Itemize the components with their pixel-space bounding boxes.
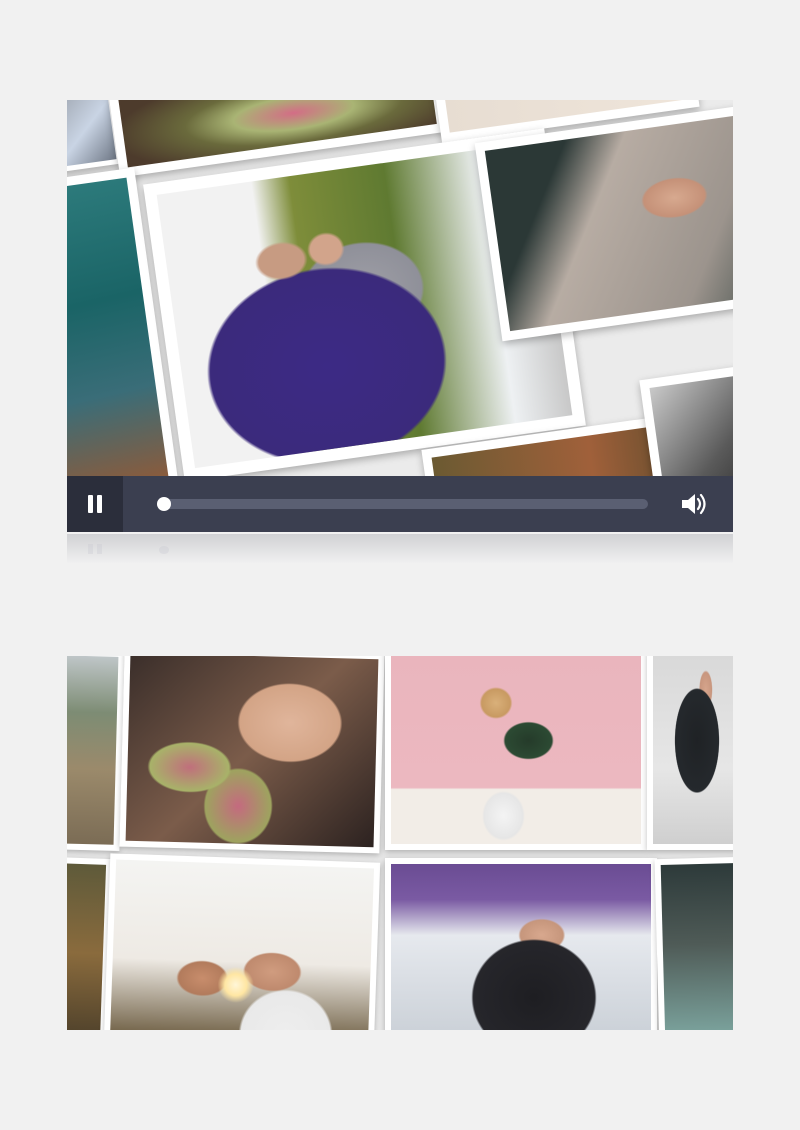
- hillside-photo: [67, 656, 119, 845]
- leather-bag-photo: [660, 863, 733, 1030]
- progress-track[interactable]: [157, 497, 648, 511]
- man-kneeling-photo: [653, 656, 733, 844]
- woman-with-dalmatian-photo: [391, 656, 641, 844]
- video-controls-bar: [67, 476, 733, 532]
- pause-icon: [67, 476, 123, 532]
- grid-tile: [654, 856, 733, 1030]
- jeans-photo: [67, 100, 117, 171]
- slideshow-collage: [67, 100, 733, 476]
- holding-hands-photo: [484, 108, 733, 332]
- grid-tile: [647, 656, 733, 850]
- grid-tile: [385, 656, 647, 850]
- grid-tile: [385, 858, 657, 1030]
- photo-tile: [639, 360, 733, 476]
- autumn-trees-photo: [67, 863, 107, 1030]
- couple-at-sunset-photo: [109, 859, 375, 1030]
- dark-corner-photo: [649, 371, 733, 476]
- woman-in-leather-jacket-photo: [391, 864, 651, 1030]
- volume-button[interactable]: [679, 490, 709, 518]
- controls-reflection: [67, 534, 733, 564]
- progress-knob[interactable]: [157, 497, 171, 511]
- photo-grid: [67, 656, 733, 1030]
- grid-tile: [67, 656, 125, 851]
- grid-tile: [103, 853, 381, 1030]
- woman-with-anthurium-photo: [125, 656, 379, 848]
- photo-grid-preview: [67, 656, 733, 1030]
- video-frame[interactable]: [67, 100, 733, 476]
- pause-button[interactable]: [67, 476, 123, 532]
- grid-tile: [119, 656, 385, 854]
- volume-icon: [682, 493, 706, 515]
